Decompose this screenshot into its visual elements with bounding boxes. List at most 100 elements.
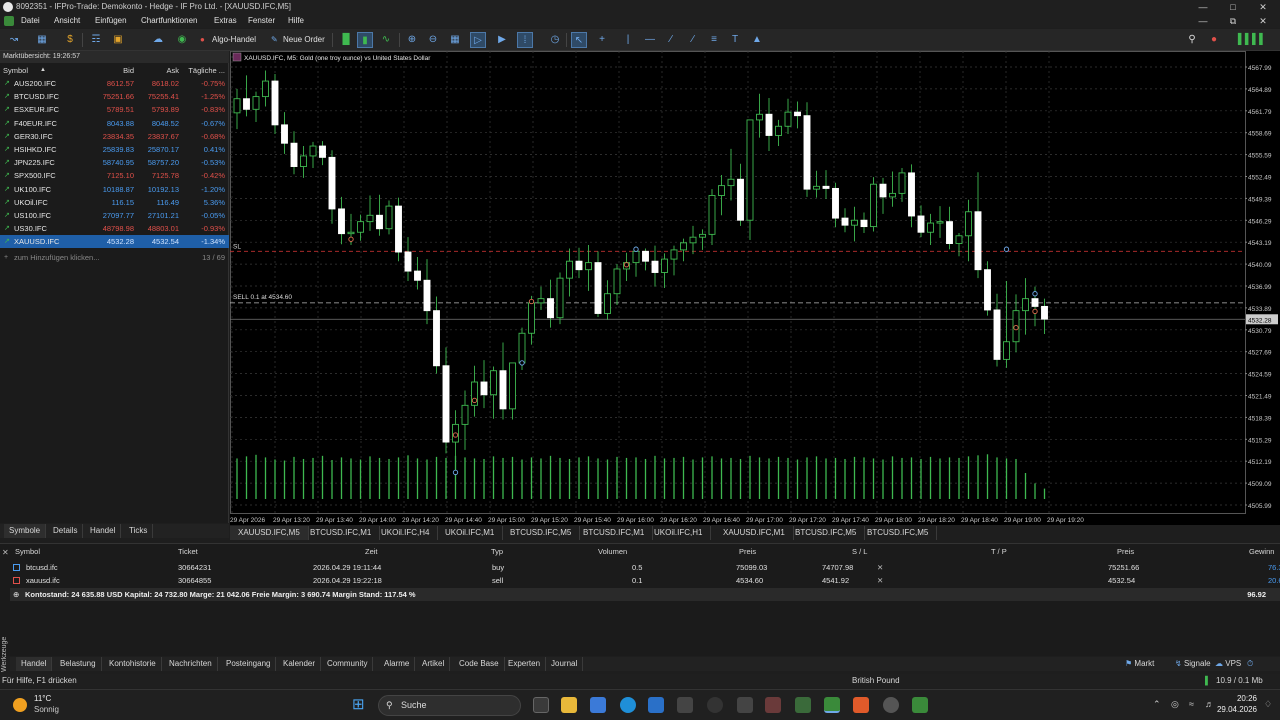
- toolbox-tab[interactable]: Kalender: [278, 657, 322, 671]
- col-volume[interactable]: Volumen: [598, 547, 627, 559]
- toolbox-right-tab[interactable]: ⚑ Markt: [1120, 657, 1159, 671]
- trendline-icon[interactable]: ∕: [663, 32, 679, 48]
- col-symbol[interactable]: Symbol: [3, 64, 28, 77]
- child-restore-button[interactable]: ⧉: [1220, 14, 1246, 28]
- channel-icon[interactable]: ∕: [685, 32, 701, 48]
- chart-shift-icon[interactable]: ▶: [494, 32, 510, 48]
- shapes-icon[interactable]: ▲: [749, 32, 765, 48]
- zoom-out-icon[interactable]: ⊖: [425, 32, 441, 48]
- tab-symbole[interactable]: Symbole: [4, 524, 47, 538]
- add-symbol-row[interactable]: + zum Hinzufügen klicken... 13 / 69: [0, 251, 229, 264]
- tile-windows-icon[interactable]: ▦: [447, 32, 463, 48]
- horizontal-line-icon[interactable]: —: [642, 32, 658, 48]
- menu-chartfunktionen[interactable]: Chartfunktionen: [141, 14, 197, 28]
- settings-icon[interactable]: [883, 697, 899, 713]
- remove-sl-icon[interactable]: ✕: [877, 561, 883, 574]
- toolbox-label[interactable]: Werkzeuge: [1, 632, 10, 672]
- wifi-icon[interactable]: ≈: [1189, 699, 1194, 709]
- microphone-icon[interactable]: ◎: [1171, 699, 1179, 710]
- toolbox-right-tab[interactable]: ↯ Signale: [1170, 657, 1216, 671]
- menu-einfuegen[interactable]: Einfügen: [95, 14, 127, 28]
- trade-row[interactable]: xauusd.ifc 30664855 2026.04.29 19:22:18 sel…: [10, 574, 1280, 587]
- timeframe-icon[interactable]: ◷: [547, 32, 563, 48]
- toolbox-right-tab[interactable]: ☁ VPS: [1210, 657, 1246, 671]
- chart-tab[interactable]: XAUUSD.IFC,M1: [715, 526, 794, 540]
- maximize-button[interactable]: □: [1220, 0, 1246, 14]
- toolbox-right-tab[interactable]: ⏱ Tester: [1242, 657, 1280, 682]
- chart-tab[interactable]: BTCUSD.IFC,M1: [302, 526, 381, 540]
- app-icon-1[interactable]: [707, 697, 723, 713]
- app-menu-icon[interactable]: [4, 16, 14, 26]
- toolbox-tab[interactable]: Artikel: [417, 657, 451, 671]
- candlestick-icon[interactable]: ▮: [357, 32, 373, 48]
- col-sl[interactable]: S / L: [852, 547, 867, 559]
- clock-time[interactable]: 20:26: [1227, 694, 1257, 703]
- col-time[interactable]: Zeit: [365, 547, 378, 559]
- copilot-icon[interactable]: [590, 697, 606, 713]
- search-icon[interactable]: ⚲: [1184, 32, 1200, 48]
- child-minimize-button[interactable]: —: [1190, 14, 1216, 28]
- market-row[interactable]: ↗ UK100.IFC 10188.87 10192.13 -1.20%: [0, 183, 229, 196]
- tab-handel[interactable]: Handel: [85, 524, 122, 538]
- tab-ticks[interactable]: Ticks: [124, 524, 154, 538]
- market-icon[interactable]: ▣: [110, 32, 126, 48]
- algo-trading-button[interactable]: ● Algo-Handel: [198, 32, 256, 48]
- market-row[interactable]: ↗ US30.IFC 48798.98 48803.01 -0.93%: [0, 222, 229, 235]
- tray-chevron-icon[interactable]: ⌃: [1153, 699, 1161, 710]
- store-icon[interactable]: [677, 697, 693, 713]
- menu-datei[interactable]: Datei: [21, 14, 40, 28]
- market-row[interactable]: ↗ BTCUSD.IFC 75251.66 75255.41 -1.25%: [0, 90, 229, 103]
- toolbox-tab[interactable]: Kontohistorie: [104, 657, 162, 671]
- ide-icon[interactable]: ☶: [88, 32, 104, 48]
- cloud-icon[interactable]: ☁: [150, 32, 166, 48]
- globe-icon[interactable]: ◉: [174, 32, 190, 48]
- chart-tab[interactable]: UKOil.IFC,H4: [373, 526, 439, 540]
- taskbar-search[interactable]: ⚲ Suche: [378, 695, 521, 716]
- chart-tab[interactable]: UKOil.IFC,H1: [646, 526, 712, 540]
- toolbox-tab[interactable]: Experten: [503, 657, 547, 671]
- market-row[interactable]: ↗ ESXEUR.IFC 5789.51 5793.89 -0.83%: [0, 103, 229, 116]
- market-row[interactable]: ↗ GER30.IFC 23834.35 23837.67 -0.68%: [0, 130, 229, 143]
- weather-desc[interactable]: Sonnig: [34, 705, 59, 714]
- notifications-icon[interactable]: ●: [1206, 32, 1222, 48]
- col-price-current[interactable]: Preis: [1117, 547, 1134, 559]
- col-tp[interactable]: T / P: [991, 547, 1007, 559]
- file-explorer-icon[interactable]: [561, 697, 577, 713]
- market-row[interactable]: ↗ SPX500.IFC 7125.10 7125.78 -0.42%: [0, 169, 229, 182]
- remove-sl-icon[interactable]: ✕: [877, 574, 883, 587]
- market-row[interactable]: ↗ AUS200.IFC 8612.57 8618.02 -0.75%: [0, 77, 229, 90]
- market-row[interactable]: ↗ HSIHKD.IFC 25839.83 25870.17 0.41%: [0, 143, 229, 156]
- toolbox-tab[interactable]: Code Base: [454, 657, 505, 671]
- expand-icon[interactable]: ⊕: [13, 588, 19, 601]
- vertical-line-icon[interactable]: |: [620, 32, 636, 48]
- cursor-icon[interactable]: ↖: [571, 32, 587, 48]
- trade-row[interactable]: btcusd.ifc 30664231 2026.04.29 19:11:44 buy…: [10, 561, 1280, 574]
- metatrader-taskbar-icon[interactable]: [824, 697, 840, 713]
- toolbox-tab[interactable]: Belastung: [55, 657, 102, 671]
- edge-icon[interactable]: [620, 697, 636, 713]
- toolbox-tab[interactable]: Handel: [16, 657, 53, 671]
- price-chart[interactable]: 4567.99 4564.89 4561.79 4558.69 4555.59 4552.…: [230, 51, 1280, 525]
- col-symbol[interactable]: Symbol: [15, 547, 40, 559]
- clock-date[interactable]: 29.04.2026: [1212, 705, 1257, 714]
- toolbox-tab[interactable]: Posteingang: [221, 657, 277, 671]
- toolbox-tab[interactable]: Journal: [546, 657, 584, 671]
- profiles-icon[interactable]: ▦: [34, 32, 50, 48]
- outlook-icon[interactable]: [648, 697, 664, 713]
- chart-tab[interactable]: XAUUSD.IFC,M5: [230, 526, 309, 540]
- metatrader-2-icon[interactable]: [912, 697, 928, 713]
- brave-icon[interactable]: [853, 697, 869, 713]
- close-panel-icon[interactable]: ✕: [2, 548, 9, 557]
- windows-start-icon[interactable]: ⊞: [352, 697, 368, 713]
- chart-tab[interactable]: BTCUSD.IFC,M5: [859, 526, 938, 540]
- toolbox-tab[interactable]: Community: [322, 657, 374, 671]
- col-ask[interactable]: Ask: [166, 64, 179, 77]
- minimize-button[interactable]: —: [1190, 0, 1216, 14]
- col-ticket[interactable]: Ticket: [178, 547, 198, 559]
- indicators-icon[interactable]: ⁞: [517, 32, 533, 48]
- bar-chart-icon[interactable]: █: [338, 32, 354, 48]
- toolbox-tab[interactable]: Alarme: [379, 657, 416, 671]
- fibonacci-icon[interactable]: ≡: [706, 32, 722, 48]
- child-close-button[interactable]: ✕: [1250, 14, 1276, 28]
- menu-fenster[interactable]: Fenster: [248, 14, 275, 28]
